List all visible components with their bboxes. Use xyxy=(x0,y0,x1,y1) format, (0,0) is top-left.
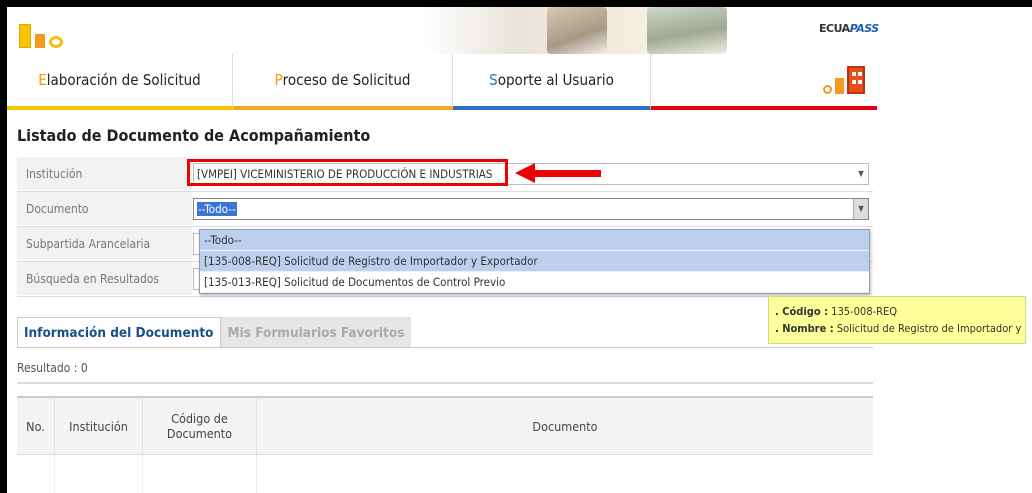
documento-dropdown-list: --Todo-- [135-008-REQ] Solicitud de Regi… xyxy=(199,229,870,294)
brand-logo: ECUAPASS xyxy=(819,22,879,35)
banner: ECUAPASS xyxy=(7,7,879,54)
tab-informacion[interactable]: Información del Documento xyxy=(17,317,221,347)
chevron-down-icon[interactable]: ▼ xyxy=(853,199,868,219)
documento-value: --Todo-- xyxy=(197,202,237,216)
nav-tab-soporte[interactable]: Soporte al Usuario xyxy=(453,54,651,110)
table-row xyxy=(17,455,873,493)
nav-tab-proceso[interactable]: Proceso de Solicitud xyxy=(233,54,453,110)
chevron-down-icon[interactable]: ▼ xyxy=(854,164,868,184)
dropdown-option[interactable]: [135-013-REQ] Solicitud de Documentos de… xyxy=(200,272,869,293)
institucion-label: Institución xyxy=(17,157,192,190)
documento-select[interactable]: --Todo-- ▼ xyxy=(193,198,869,220)
banner-photo xyxy=(647,7,727,54)
divider xyxy=(17,347,873,348)
document-icon xyxy=(835,78,844,94)
header-documento: Documento xyxy=(532,418,598,434)
header-codigo: Código de Documento xyxy=(143,398,257,454)
content-tabs: Información del Documento Mis Formulario… xyxy=(17,317,412,347)
refresh-icon xyxy=(49,36,63,48)
subpartida-label: Subpartida Arancelaria xyxy=(17,227,192,260)
dropdown-option[interactable]: --Todo-- xyxy=(200,230,869,251)
header-institucion: Institución xyxy=(55,398,143,454)
app-frame: ECUAPASS Elaboración de Solicitud Proces… xyxy=(7,0,1026,493)
header: ECUAPASS Elaboración de Solicitud Proces… xyxy=(7,7,879,110)
main-nav: Elaboración de Solicitud Proceso de Soli… xyxy=(7,54,877,110)
page-title: Listado de Documento de Acompañamiento xyxy=(17,126,371,145)
row-documento: Documento --Todo-- ▼ xyxy=(17,192,873,227)
top-border xyxy=(0,0,1032,7)
result-count: Resultado : 0 xyxy=(17,361,88,375)
nav-decoration xyxy=(651,54,877,110)
option-tooltip: . Código : 135-008-REQ . Nombre : Solici… xyxy=(768,296,1026,344)
nav-tab-elaboracion[interactable]: Elaboración de Solicitud xyxy=(7,54,233,110)
document-icon xyxy=(35,34,45,48)
building-icon xyxy=(847,66,865,94)
logo-icons xyxy=(19,24,63,48)
left-border xyxy=(0,0,7,493)
results-table: No. Institución Código de Documento Docu… xyxy=(17,396,873,493)
building-icon xyxy=(19,24,31,48)
dropdown-option[interactable]: [135-008-REQ] Solicitud de Registro de I… xyxy=(200,251,869,272)
highlight-box xyxy=(187,159,508,186)
tab-favoritos[interactable]: Mis Formularios Favoritos xyxy=(220,317,412,347)
documento-label: Documento xyxy=(17,192,192,225)
busqueda-label: Búsqueda en Resultados xyxy=(17,262,192,295)
table-header: No. Institución Código de Documento Docu… xyxy=(17,398,873,455)
refresh-icon xyxy=(823,85,832,94)
divider xyxy=(17,382,873,384)
decoration-icons xyxy=(823,66,865,94)
banner-photo xyxy=(547,7,607,54)
header-no: No. xyxy=(17,398,55,454)
